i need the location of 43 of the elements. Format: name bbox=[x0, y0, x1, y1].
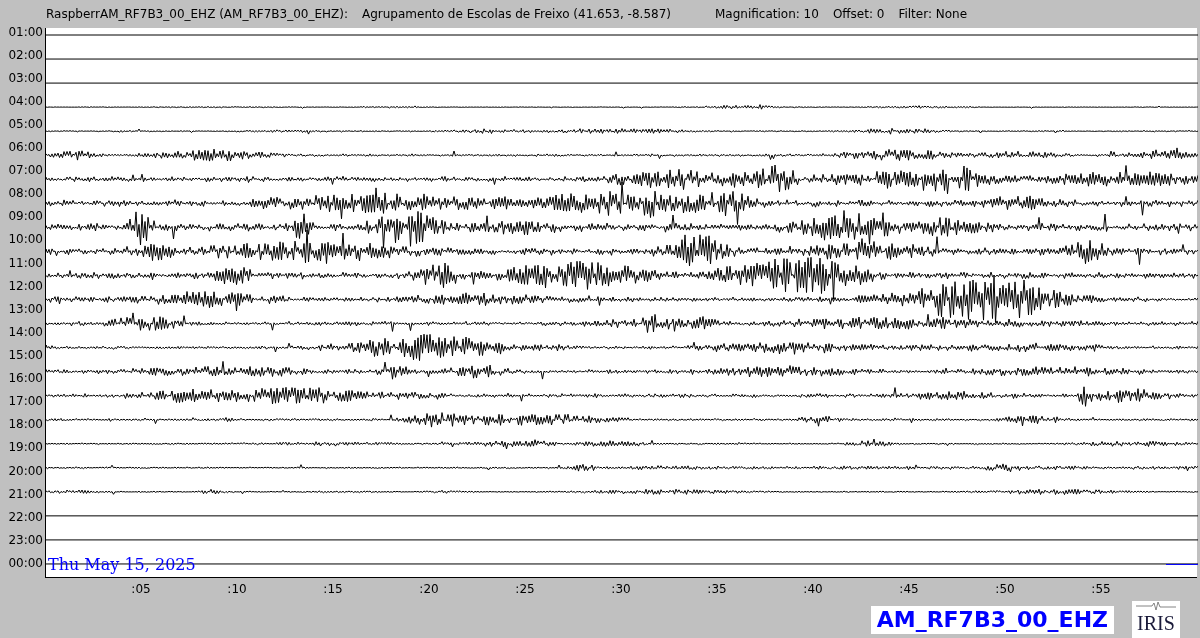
channel-label: AM_RF7B3_00_EHZ bbox=[870, 606, 1114, 634]
hour-label: 17:00 bbox=[8, 393, 43, 410]
hour-label: 16:00 bbox=[8, 370, 43, 387]
hour-label: 02:00 bbox=[8, 46, 43, 63]
minute-label: :05 bbox=[131, 582, 151, 596]
hour-label: 19:00 bbox=[8, 439, 43, 456]
hour-label: 11:00 bbox=[8, 254, 43, 271]
hour-label: 14:00 bbox=[8, 323, 43, 340]
minute-label: :20 bbox=[419, 582, 439, 596]
hour-label: 05:00 bbox=[8, 115, 43, 132]
magnification-text: Magnification: 10 bbox=[715, 7, 819, 21]
hour-label: 20:00 bbox=[8, 462, 43, 479]
hour-label: 23:00 bbox=[8, 531, 43, 548]
station-name: RaspberrAM_RF7B3_00_EHZ (AM_RF7B3_00_EHZ): bbox=[46, 7, 348, 21]
location-text: Agrupamento de Escolas de Freixo (41.653, -8.587) bbox=[362, 7, 671, 21]
iris-logo: IRIS bbox=[1132, 601, 1180, 638]
minute-label: :45 bbox=[899, 582, 919, 596]
hour-label: 04:00 bbox=[8, 92, 43, 109]
hour-label: 07:00 bbox=[8, 162, 43, 179]
hour-label: 00:00 bbox=[8, 555, 43, 571]
hour-label: 21:00 bbox=[8, 485, 43, 502]
hour-label: 09:00 bbox=[8, 208, 43, 225]
hour-label: 03:00 bbox=[8, 69, 43, 86]
hour-label: 10:00 bbox=[8, 231, 43, 248]
minute-label: :25 bbox=[515, 582, 535, 596]
minute-label: :10 bbox=[227, 582, 247, 596]
minute-label: :15 bbox=[323, 582, 343, 596]
offset-text: Offset: 0 bbox=[832, 7, 885, 21]
date-label: Thu May 15, 2025 bbox=[48, 555, 196, 574]
hour-label: 12:00 bbox=[8, 277, 43, 294]
minute-label: :30 bbox=[611, 582, 631, 596]
hour-label: 06:00 bbox=[8, 139, 43, 156]
minute-label: :55 bbox=[1091, 582, 1111, 596]
hour-label: 22:00 bbox=[8, 508, 43, 525]
minute-label: :35 bbox=[707, 582, 727, 596]
filter-text: Filter: None bbox=[898, 7, 968, 21]
hour-label: 08:00 bbox=[8, 185, 43, 202]
hour-label: 01:00 bbox=[8, 23, 43, 40]
hour-label: 13:00 bbox=[8, 300, 43, 317]
minute-label: :50 bbox=[995, 582, 1015, 596]
minute-label: :40 bbox=[803, 582, 823, 596]
hour-label: 15:00 bbox=[8, 347, 43, 364]
hour-label: 18:00 bbox=[8, 416, 43, 433]
